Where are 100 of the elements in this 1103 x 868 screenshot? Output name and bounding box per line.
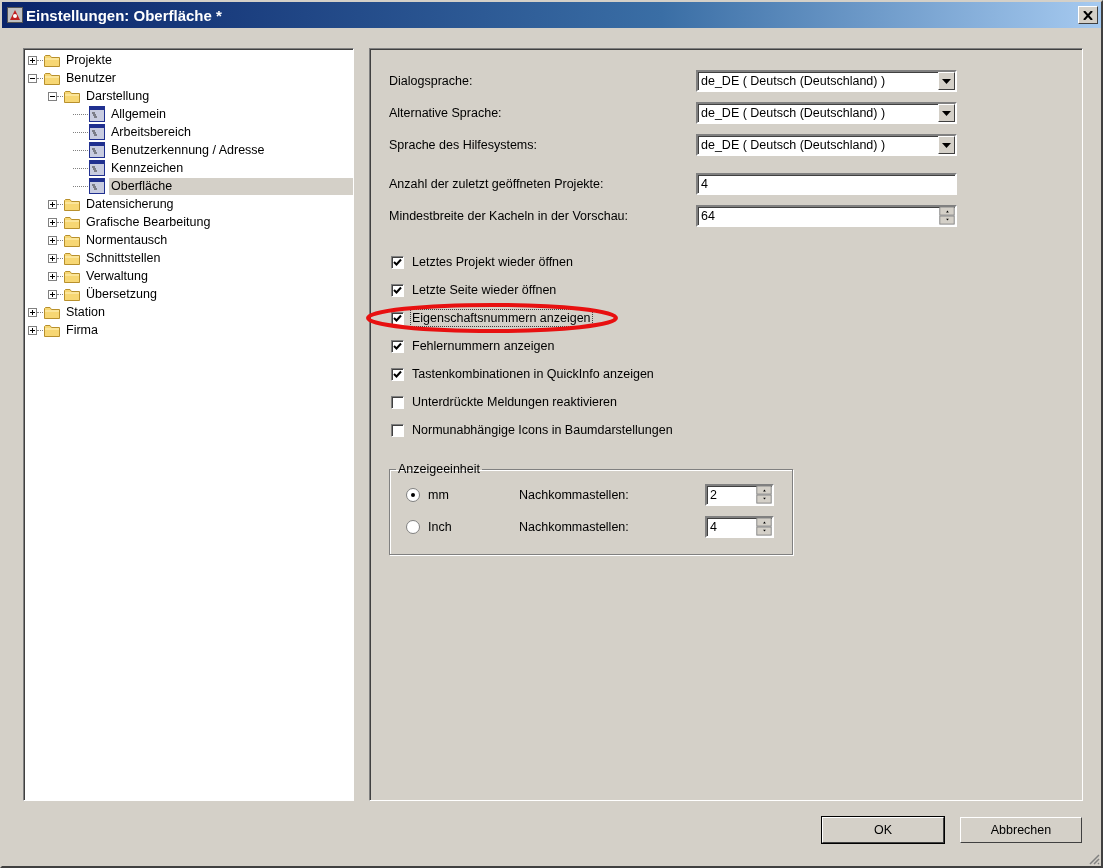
tree-item[interactable]: Benutzerkennung / Adresse xyxy=(109,141,353,159)
checkbox-label: Tastenkombinationen in QuickInfo anzeigen xyxy=(411,366,655,383)
field-label: Mindestbreite der Kacheln in der Vorschau: xyxy=(389,209,630,223)
window-title: Einstellungen: Oberfläche * xyxy=(26,6,223,24)
checkbox[interactable] xyxy=(391,311,404,325)
checkbox-label: Normunabhängige Icons in Baumdarstellungen xyxy=(411,422,674,439)
checkbox[interactable] xyxy=(391,395,404,409)
caret-icon xyxy=(942,78,951,84)
number-field[interactable]: 64 xyxy=(696,205,957,227)
tree-item[interactable]: Oberfläche xyxy=(109,177,353,195)
expander-toggle[interactable] xyxy=(48,235,57,245)
tree-item[interactable]: Übersetzung xyxy=(84,285,353,303)
folder-icon xyxy=(64,287,80,301)
dropdown-button[interactable] xyxy=(938,136,955,154)
folder-icon xyxy=(64,89,80,103)
number-field[interactable]: 4 xyxy=(705,516,774,538)
spin-arrows-icon xyxy=(756,486,772,504)
folder-icon xyxy=(44,71,60,85)
field-label: Nachkommastellen: xyxy=(519,488,630,502)
radio-button[interactable] xyxy=(406,488,420,502)
folder-icon xyxy=(44,305,60,319)
resize-grip-icon[interactable] xyxy=(1088,853,1100,865)
tree-item[interactable]: Normentausch xyxy=(84,231,353,249)
language-dropdown[interactable]: de_DE ( Deutsch (Deutschland) ) xyxy=(696,134,957,156)
plus-icon xyxy=(48,289,57,299)
close-icon xyxy=(1083,10,1093,20)
plus-icon xyxy=(28,325,37,335)
folder-icon xyxy=(44,53,60,67)
checkmark-icon xyxy=(393,286,402,294)
expander-toggle[interactable] xyxy=(48,217,57,227)
dropdown-button[interactable] xyxy=(938,104,955,122)
field-label: Dialogsprache: xyxy=(389,74,474,88)
checkbox[interactable] xyxy=(391,423,404,437)
group-title: Anzeigeeinheit xyxy=(397,462,481,476)
folder-icon xyxy=(44,323,60,337)
expander-toggle[interactable] xyxy=(48,253,57,263)
field-label: Sprache des Hilfesystems: xyxy=(389,138,538,152)
app-icon xyxy=(7,7,23,23)
folder-icon xyxy=(64,251,80,265)
tree-item[interactable]: Kennzeichen xyxy=(109,159,353,177)
expander-toggle[interactable] xyxy=(28,73,37,83)
tree-item[interactable]: Projekte xyxy=(64,51,353,69)
checkbox-label: Fehlernummern anzeigen xyxy=(411,338,556,355)
caret-icon xyxy=(942,110,951,116)
expander-toggle[interactable] xyxy=(48,271,57,281)
tree-item[interactable]: Arbeitsbereich xyxy=(109,123,353,141)
plus-icon xyxy=(28,55,37,65)
radio-label: mm xyxy=(428,488,450,502)
tree-item[interactable]: Firma xyxy=(64,321,353,339)
checkbox[interactable] xyxy=(391,339,404,353)
page-icon xyxy=(89,142,105,158)
folder-icon xyxy=(64,197,80,211)
tree-item[interactable]: Schnittstellen xyxy=(84,249,353,267)
checkmark-icon xyxy=(393,314,402,322)
checkmark-icon xyxy=(393,258,402,266)
spin-arrows-icon xyxy=(939,207,955,225)
radio-button[interactable] xyxy=(406,520,420,534)
number-field[interactable]: 4 xyxy=(696,173,957,195)
folder-icon xyxy=(64,215,80,229)
plus-icon xyxy=(48,271,57,281)
language-dropdown[interactable]: de_DE ( Deutsch (Deutschland) ) xyxy=(696,70,957,92)
plus-icon xyxy=(28,307,37,317)
checkbox[interactable] xyxy=(391,283,404,297)
plus-icon xyxy=(48,199,57,209)
checkmark-icon xyxy=(393,342,402,350)
expander-toggle[interactable] xyxy=(48,91,57,101)
dropdown-button[interactable] xyxy=(938,72,955,90)
plus-icon xyxy=(48,217,57,227)
close-button[interactable] xyxy=(1078,6,1098,24)
checkbox-label: Letzte Seite wieder öffnen xyxy=(411,282,558,299)
folder-icon xyxy=(64,233,80,247)
field-label: Alternative Sprache: xyxy=(389,106,503,120)
plus-icon xyxy=(48,235,57,245)
folder-icon xyxy=(64,269,80,283)
tree-item[interactable]: Verwaltung xyxy=(84,267,353,285)
cancel-button[interactable]: Abbrechen xyxy=(960,817,1082,843)
tree-item[interactable]: Darstellung xyxy=(84,87,353,105)
ok-button[interactable]: OK xyxy=(822,817,944,843)
number-field[interactable]: 2 xyxy=(705,484,774,506)
spin-arrows-icon xyxy=(756,518,772,536)
plus-icon xyxy=(48,253,57,263)
field-label: Anzahl der zuletzt geöffneten Projekte: xyxy=(389,177,605,191)
expander-toggle[interactable] xyxy=(28,325,37,335)
tree-item[interactable]: Station xyxy=(64,303,353,321)
checkbox-label: Unterdrückte Meldungen reaktivieren xyxy=(411,394,618,411)
expander-toggle[interactable] xyxy=(28,307,37,317)
tree-item[interactable]: Benutzer xyxy=(64,69,353,87)
page-icon xyxy=(89,106,105,122)
language-dropdown[interactable]: de_DE ( Deutsch (Deutschland) ) xyxy=(696,102,957,124)
checkbox[interactable] xyxy=(391,255,404,269)
expander-toggle[interactable] xyxy=(28,55,37,65)
tree-item[interactable]: Allgemein xyxy=(109,105,353,123)
expander-toggle[interactable] xyxy=(48,199,57,209)
page-icon xyxy=(89,178,105,194)
tree-item[interactable]: Datensicherung xyxy=(84,195,353,213)
field-label: Nachkommastellen: xyxy=(519,520,630,534)
checkbox[interactable] xyxy=(391,367,404,381)
tree-item[interactable]: Grafische Bearbeitung xyxy=(84,213,353,231)
page-icon xyxy=(89,160,105,176)
expander-toggle[interactable] xyxy=(48,289,57,299)
